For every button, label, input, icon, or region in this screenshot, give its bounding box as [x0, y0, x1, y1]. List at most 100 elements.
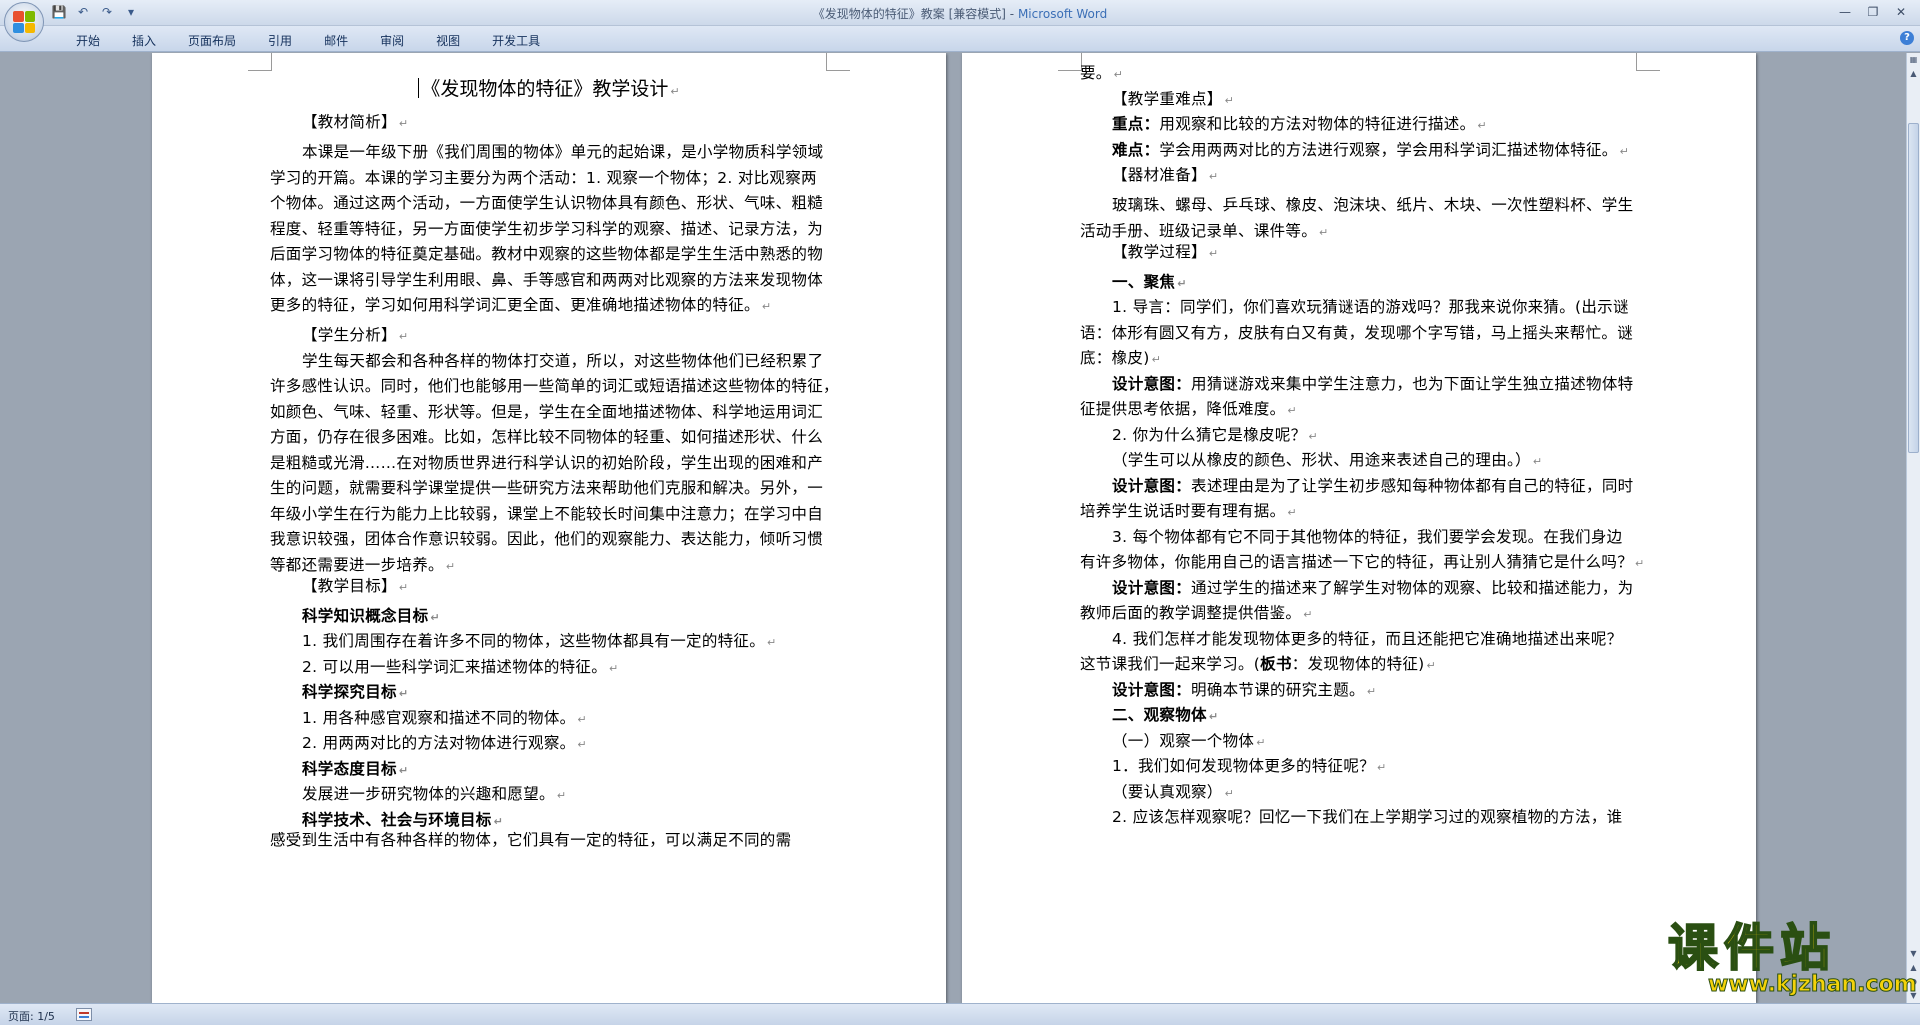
- paragraph-line: （一）观察一个物体 ↵: [1112, 732, 1266, 750]
- paragraph-line: 感受到生活中有各种各样的物体，它们具有一定的特征，可以满足不同的需: [270, 831, 792, 849]
- paragraph-line: 我意识较强，团体合作意识较弱。因此，他们的观察能力、表达能力，倾听习惯: [270, 530, 824, 548]
- office-logo-icon: [13, 11, 35, 33]
- section-heading: 【学生分析】 ↵: [302, 326, 409, 344]
- paragraph-line: （学生可以从橡皮的颜色、形状、用途来表述自己的理由。） ↵: [1112, 451, 1543, 469]
- title-bar: 💾 ↶ ↷ ▾ 《发现物体的特征》教案 [兼容模式] - Microsoft W…: [0, 0, 1920, 26]
- paragraph-line: 更多的特征，学习如何用科学词汇更全面、更准确地描述物体的特征。 ↵: [270, 296, 772, 314]
- minimize-icon[interactable]: —: [1832, 2, 1858, 22]
- list-item: 3. 每个物体都有它不同于其他物体的特征，我们要学会发现。在我们身边: [1112, 528, 1623, 546]
- document-title: 《发现物体的特征》教案 [兼容模式] -: [812, 7, 1015, 21]
- tab-insert[interactable]: 插入: [116, 30, 172, 51]
- crop-mark: [826, 53, 850, 71]
- help-icon[interactable]: ?: [1900, 31, 1914, 45]
- paragraph-line: 等都还需要进一步培养。 ↵: [270, 556, 456, 574]
- vertical-scrollbar[interactable]: ▦ ▲ ▼ ▲ ● ▼: [1906, 53, 1920, 1003]
- maximize-icon[interactable]: ❐: [1860, 2, 1886, 22]
- section-heading: 【教材简析】 ↵: [302, 113, 409, 131]
- section-heading: 【教学目标】 ↵: [302, 577, 409, 595]
- ribbon-tabs: 开始 插入 页面布局 引用 邮件 审阅 视图 开发工具: [60, 30, 556, 51]
- document-page-2[interactable]: 要。 ↵ 【教学重难点】 ↵ 重点：用观察和比较的方法对物体的特征进行描述。 ↵ 难点…: [962, 53, 1756, 1003]
- paragraph-line: 设计意图：用猜谜游戏来集中学生注意力，也为下面让学生独立描述物体特: [1112, 375, 1634, 393]
- paragraph-line: 方面，仍存在很多困难。比如，怎样比较不同物体的轻重、如何描述形状、什么: [270, 428, 824, 446]
- page-indicator[interactable]: 页面: 1/5: [8, 1008, 55, 1024]
- list-item: 2. 可以用一些科学词汇来描述物体的特征。 ↵: [302, 658, 619, 676]
- section-heading: 【器材准备】 ↵: [1112, 166, 1219, 184]
- tab-view[interactable]: 视图: [420, 30, 476, 51]
- paragraph-line: 后面学习物体的特征奠定基础。教材中观察的这些物体都是学生生活中熟悉的物: [270, 245, 824, 263]
- list-item: 2. 用两两对比的方法对物体进行观察。 ↵: [302, 734, 587, 752]
- document-heading: 《发现物体的特征》教学设计 ↵: [270, 74, 828, 101]
- tab-mailings[interactable]: 邮件: [308, 30, 364, 51]
- paragraph-line: （要认真观察） ↵: [1112, 783, 1235, 801]
- paragraph-line: 难点：学会用两两对比的方法进行观察，学会用科学词汇描述物体特征。 ↵: [1112, 141, 1630, 159]
- paragraph-line: 底：橡皮) ↵: [1080, 349, 1162, 367]
- list-item: 1. 用各种感官观察和描述不同的物体。 ↵: [302, 709, 587, 727]
- window-title: 《发现物体的特征》教案 [兼容模式] - Microsoft Word: [0, 5, 1920, 22]
- watermark-url: www.kjzhan.com: [1708, 972, 1918, 998]
- paragraph-line: 这节课我们一起来学习。(板书：发现物体的特征) ↵: [1080, 655, 1437, 673]
- paragraph-line: 活动手册、班级记录单、课件等。 ↵: [1080, 222, 1329, 240]
- watermark-name: 课件站: [1667, 919, 1836, 977]
- close-icon[interactable]: ✕: [1888, 2, 1914, 22]
- paragraph-line: 设计意图：表述理由是为了让学生初步感知每种物体都有自己的特征，同时: [1112, 477, 1634, 495]
- list-item: 2. 你为什么猜它是橡皮呢？ ↵: [1112, 426, 1318, 444]
- paragraph-line: 许多感性认识。同时，他们也能够用一些简单的词汇或短语描述这些物体的特征，: [270, 377, 839, 395]
- section-heading: 【教学过程】 ↵: [1112, 243, 1219, 261]
- section-heading: 【教学重难点】 ↵: [1112, 90, 1235, 108]
- ribbon: 开始 插入 页面布局 引用 邮件 审阅 视图 开发工具 ?: [0, 26, 1920, 52]
- window-controls: — ❐ ✕: [1832, 2, 1914, 22]
- paragraph-line: 如颜色、气味、轻重、形状等。但是，学生在全面地描述物体、科学地运用词汇: [270, 403, 824, 421]
- paragraph-line: 要。 ↵: [1080, 64, 1124, 82]
- list-item: 1. 我们周围存在着许多不同的物体，这些物体都具有一定的特征。 ↵: [302, 632, 777, 650]
- watermark-logo: 课件站 www.kjzhan.com: [1667, 919, 1917, 1000]
- subheading: 科学探究目标 ↵: [302, 683, 409, 701]
- ruler-toggle-icon[interactable]: ▦: [1907, 53, 1920, 67]
- paragraph-line: 学生每天都会和各种各样的物体打交道，所以，对这些物体他们已经积累了: [302, 352, 824, 370]
- office-button[interactable]: [4, 2, 44, 42]
- tab-review[interactable]: 审阅: [364, 30, 420, 51]
- paragraph-line: 本课是一年级下册《我们周围的物体》单元的起始课，是小学物质科学领域: [302, 143, 824, 161]
- paragraph-line: 设计意图：通过学生的描述来了解学生对物体的观察、比较和描述能力，为: [1112, 579, 1634, 597]
- paragraph-line: 体，这一课将引导学生利用眼、鼻、手等感官和两两对比观察的方法来发现物体: [270, 271, 824, 289]
- paragraph-line: 程度、轻重等特征，另一方面使学生初步学习科学的观察、描述、记录方法，为: [270, 220, 824, 238]
- paragraph-line: 征提供思考依据，降低难度。 ↵: [1080, 400, 1297, 418]
- proofing-icon[interactable]: [76, 1008, 92, 1021]
- subheading: 科学态度目标 ↵: [302, 760, 409, 778]
- list-item: 4. 我们怎样才能发现物体更多的特征，而且还能把它准确地描述出来呢？: [1112, 630, 1623, 648]
- tab-references[interactable]: 引用: [252, 30, 308, 51]
- tab-developer[interactable]: 开发工具: [476, 30, 556, 51]
- paragraph-line: 有许多物体，你能用自己的语言描述一下它的特征，再让别人猜猜它是什么吗？ ↵: [1080, 553, 1645, 571]
- document-workspace[interactable]: 《发现物体的特征》教学设计 ↵ 【教材简析】 ↵ 本课是一年级下册《我们周围的物体》…: [0, 53, 1906, 1003]
- tab-home[interactable]: 开始: [60, 30, 116, 51]
- text-cursor: [418, 78, 420, 98]
- scroll-down-icon[interactable]: ▼: [1907, 947, 1920, 961]
- paragraph-line: 教师后面的教学调整提供借鉴。 ↵: [1080, 604, 1313, 622]
- paragraph-line: 玻璃珠、螺母、乒乓球、橡皮、泡沫块、纸片、木块、一次性塑料杯、学生: [1112, 196, 1634, 214]
- crop-mark: [248, 53, 272, 71]
- subheading: 一、聚焦 ↵: [1112, 273, 1187, 291]
- paragraph-line: 1. 导言：同学们，你们喜欢玩猜谜语的游戏吗？那我来说你来猜。(出示谜: [1112, 298, 1629, 316]
- list-item: 2. 应该怎样观察呢？回忆一下我们在上学期学习过的观察植物的方法，谁: [1112, 808, 1623, 826]
- scroll-up-icon[interactable]: ▲: [1907, 67, 1920, 81]
- paragraph-line: 是粗糙或光滑……在对物质世界进行科学认识的初始阶段，学生出现的困难和产: [270, 454, 824, 472]
- subheading: 科学技术、社会与环境目标 ↵: [302, 811, 504, 829]
- app-name: Microsoft Word: [1017, 7, 1108, 21]
- subheading: 二、观察物体 ↵: [1112, 706, 1219, 724]
- document-page-1[interactable]: 《发现物体的特征》教学设计 ↵ 【教材简析】 ↵ 本课是一年级下册《我们周围的物体》…: [152, 53, 946, 1003]
- paragraph-line: 个物体。通过这两个活动，一方面使学生认识物体具有颜色、形状、气味、粗糙: [270, 194, 824, 212]
- paragraph-line: 重点：用观察和比较的方法对物体的特征进行描述。 ↵: [1112, 115, 1487, 133]
- tab-page-layout[interactable]: 页面布局: [172, 30, 252, 51]
- scroll-thumb[interactable]: [1908, 123, 1919, 453]
- paragraph-line: 年级小学生在行为能力上比较弱，课堂上不能较长时间集中注意力；在学习中自: [270, 505, 824, 523]
- paragraph-line: 生的问题，就需要科学课堂提供一些研究方法来帮助他们克服和解决。另外，一: [270, 479, 824, 497]
- paragraph-line: 发展进一步研究物体的兴趣和愿望。 ↵: [302, 785, 567, 803]
- paragraph-line: 培养学生说话时要有理有据。 ↵: [1080, 502, 1297, 520]
- crop-mark: [1636, 53, 1660, 71]
- list-item: 1．我们如何发现物体更多的特征呢？ ↵: [1112, 757, 1387, 775]
- paragraph-line: 语：体形有圆又有方，皮肤有白又有黄，发现哪个字写错，马上摇头来帮忙。谜: [1080, 324, 1634, 342]
- crop-mark: [1058, 53, 1082, 71]
- paragraph-line: 设计意图：明确本节课的研究主题。 ↵: [1112, 681, 1377, 699]
- paragraph-line: 学习的开篇。本课的学习主要分为两个活动：1. 观察一个物体；2. 对比观察两: [270, 169, 817, 187]
- status-bar: 页面: 1/5: [0, 1003, 1920, 1025]
- subheading: 科学知识概念目标 ↵: [302, 607, 440, 625]
